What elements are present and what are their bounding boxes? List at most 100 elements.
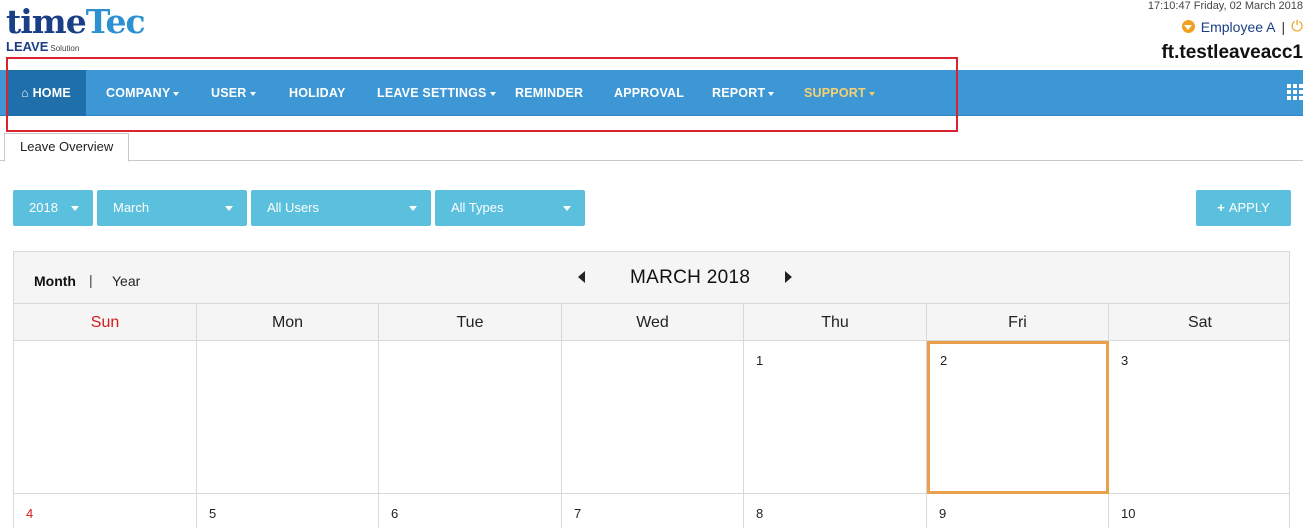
- apply-button-label: APPLY: [1228, 200, 1270, 215]
- logo-subtitle: LEAVE Solution: [6, 39, 79, 54]
- year-select[interactable]: 2018: [13, 190, 93, 226]
- user-dropdown-icon[interactable]: [1181, 20, 1195, 33]
- logo-part-2: Tec: [85, 2, 146, 41]
- logo-part-1: time: [6, 2, 87, 41]
- day-cell[interactable]: 9: [927, 494, 1109, 528]
- types-select[interactable]: All Types: [435, 190, 585, 226]
- chevron-down-icon: [249, 91, 256, 96]
- prev-month-arrow-icon[interactable]: [578, 271, 585, 283]
- day-number: 2: [940, 353, 948, 368]
- month-select[interactable]: March: [97, 190, 247, 226]
- day-number: 3: [1121, 353, 1129, 368]
- day-cell[interactable]: 10: [1109, 494, 1291, 528]
- chevron-down-icon: [563, 206, 571, 211]
- weekday-sun: Sun: [14, 304, 197, 341]
- chevron-down-icon: [868, 91, 875, 96]
- nav-holiday-label: HOLIDAY: [289, 86, 346, 100]
- tab-bar: Leave Overview: [0, 131, 1303, 162]
- nav-report[interactable]: REPORT: [712, 70, 775, 116]
- timetec-leave-logo[interactable]: timeTec LEAVE Solution: [6, 2, 146, 58]
- nav-home-label: HOME: [32, 86, 71, 100]
- nav-support[interactable]: SUPPORT: [804, 70, 875, 116]
- tab-leave-overview[interactable]: Leave Overview: [4, 133, 130, 162]
- account-name: ft.testleaveacc1: [1161, 42, 1303, 63]
- nav-company-label: COMPANY: [106, 86, 171, 100]
- user-separator: |: [1281, 18, 1286, 35]
- year-select-value: 2018: [29, 200, 58, 215]
- day-number: 1: [756, 353, 764, 368]
- view-separator: |: [89, 272, 93, 288]
- week-row: 1 2 3: [14, 341, 1289, 494]
- nav-home[interactable]: ⌂ HOME: [6, 70, 86, 116]
- day-cell[interactable]: [379, 341, 562, 494]
- nav-approval-label: APPROVAL: [614, 86, 685, 100]
- view-year-toggle[interactable]: Year: [112, 273, 140, 289]
- day-cell[interactable]: 5: [197, 494, 379, 528]
- nav-report-label: REPORT: [712, 86, 766, 100]
- logo-sub-leave: LEAVE: [6, 39, 49, 54]
- day-cell[interactable]: 7: [562, 494, 744, 528]
- day-number: 9: [939, 506, 947, 521]
- nav-user[interactable]: USER: [211, 70, 256, 116]
- types-select-value: All Types: [451, 200, 504, 215]
- view-month-toggle[interactable]: Month: [34, 273, 76, 289]
- user-name[interactable]: Employee A: [1201, 19, 1276, 35]
- day-cell[interactable]: 3: [1109, 341, 1291, 494]
- nav-approval[interactable]: APPROVAL: [614, 70, 684, 116]
- day-number: 10: [1121, 506, 1136, 521]
- main-navbar: ⌂ HOME COMPANY USER HOLIDAY LEAVE SETTIN…: [0, 70, 1303, 116]
- day-cell[interactable]: [197, 341, 379, 494]
- logo-wordmark: timeTec: [6, 2, 146, 42]
- calendar-toolbar: Month | Year MARCH 2018: [14, 252, 1289, 304]
- nav-reminder[interactable]: REMINDER: [515, 70, 583, 116]
- day-cell[interactable]: [562, 341, 744, 494]
- users-select[interactable]: All Users: [251, 190, 431, 226]
- day-cell-today[interactable]: 2: [927, 341, 1109, 494]
- chevron-down-icon: [71, 206, 79, 211]
- users-select-value: All Users: [267, 200, 320, 215]
- home-icon: ⌂: [21, 86, 29, 100]
- week-row: 4 5 6 7 8 9 10: [14, 494, 1289, 528]
- day-number: 5: [209, 506, 217, 521]
- weekday-mon: Mon: [197, 304, 379, 341]
- day-cell[interactable]: 8: [744, 494, 927, 528]
- apply-button[interactable]: + APPLY: [1196, 190, 1291, 226]
- day-cell[interactable]: 4: [14, 494, 197, 528]
- weekday-header: Sun Mon Tue Wed Thu Fri Sat: [14, 304, 1289, 341]
- month-select-value: March: [113, 200, 150, 215]
- weekday-thu: Thu: [744, 304, 927, 341]
- chevron-down-icon: [768, 91, 775, 96]
- day-cell[interactable]: 6: [379, 494, 562, 528]
- nav-leave-settings[interactable]: LEAVE SETTINGS: [377, 70, 496, 116]
- header-right: 17:10:47 Friday, 02 March 2018 Employee …: [983, 0, 1303, 70]
- nav-holiday[interactable]: HOLIDAY: [289, 70, 346, 116]
- chevron-down-icon: [409, 206, 417, 211]
- weekday-fri: Fri: [927, 304, 1109, 341]
- nav-user-label: USER: [211, 86, 247, 100]
- apps-grid-icon[interactable]: [1287, 84, 1303, 100]
- nav-leave-settings-label: LEAVE SETTINGS: [377, 86, 487, 100]
- power-icon[interactable]: ⏻: [1291, 18, 1303, 35]
- logo-sub-solution: Solution: [50, 44, 80, 53]
- weekday-sat: Sat: [1187, 314, 1212, 331]
- leave-calendar: Month | Year MARCH 2018 Sun Mon Tue Wed …: [13, 251, 1290, 528]
- calendar-title: MARCH 2018: [630, 267, 751, 288]
- nav-company[interactable]: COMPANY: [106, 70, 180, 116]
- next-month-arrow-icon[interactable]: [785, 271, 792, 283]
- nav-support-label: SUPPORT: [804, 86, 866, 100]
- day-number: 4: [26, 506, 34, 521]
- day-number: 6: [391, 506, 399, 521]
- plus-icon: +: [1217, 200, 1225, 215]
- day-number: 7: [574, 506, 582, 521]
- day-cell[interactable]: [14, 341, 197, 494]
- current-datetime: 17:10:47 Friday, 02 March 2018: [1147, 0, 1303, 12]
- user-menu[interactable]: Employee A | ⏻: [1181, 18, 1303, 35]
- chevron-down-icon: [173, 91, 180, 96]
- nav-reminder-label: REMINDER: [515, 86, 584, 100]
- chevron-down-icon: [225, 206, 233, 211]
- day-number: 8: [756, 506, 764, 521]
- weekday-tue: Tue: [379, 304, 562, 341]
- weekday-wed: Wed: [562, 304, 744, 341]
- chevron-down-icon: [489, 91, 496, 96]
- day-cell[interactable]: 1: [744, 341, 927, 494]
